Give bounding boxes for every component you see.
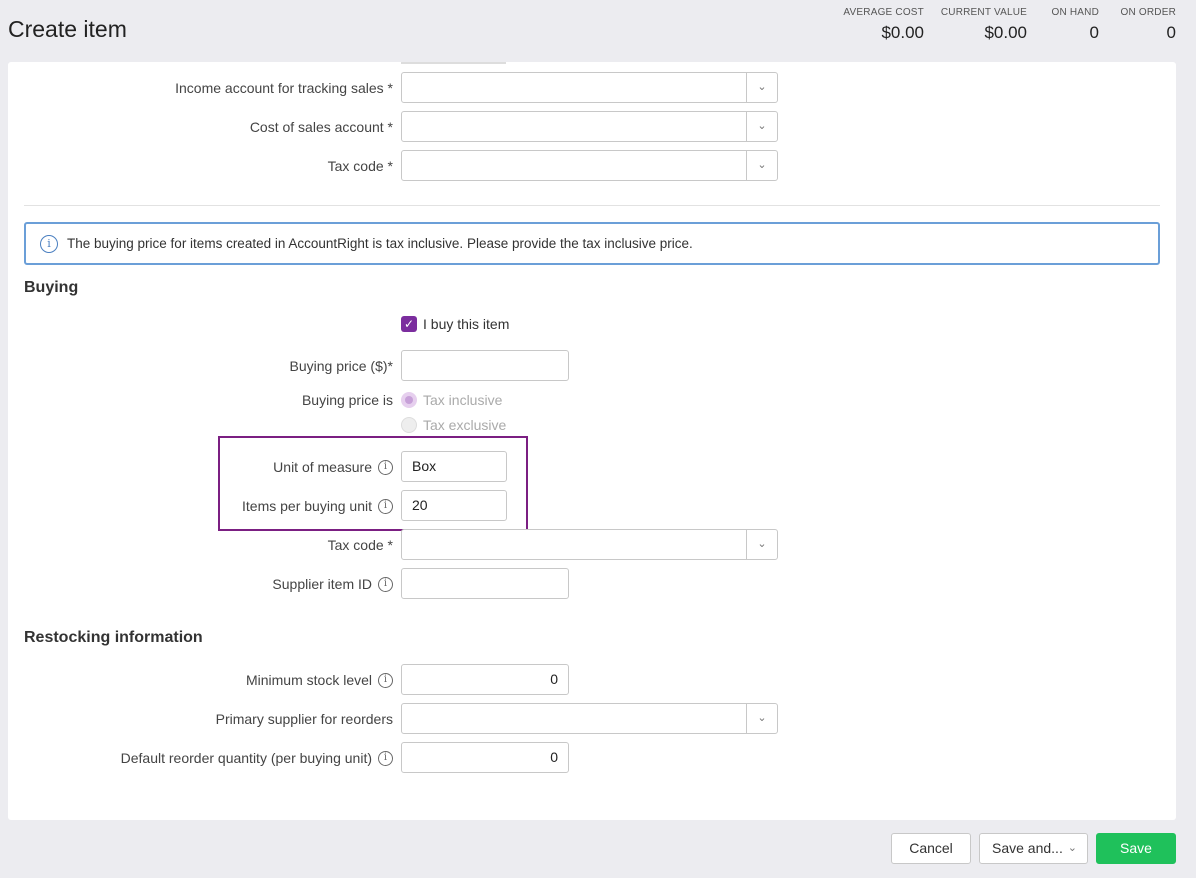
button-label: Save and... bbox=[992, 840, 1063, 856]
tax-inclusive-radio[interactable]: Tax inclusive bbox=[401, 392, 502, 408]
stat-current-value: CURRENT VALUE $0.00 bbox=[941, 7, 1027, 43]
radio-unselected-icon bbox=[401, 417, 417, 433]
info-icon[interactable]: i bbox=[378, 750, 393, 766]
buying-price-label: Buying price ($)* bbox=[289, 358, 394, 374]
unit-of-measure-label: Unit of measure i bbox=[273, 459, 393, 475]
buying-tax-code-select[interactable]: ⌄ bbox=[401, 529, 778, 560]
radio-label: Tax inclusive bbox=[423, 392, 503, 408]
checkbox-label: I buy this item bbox=[423, 316, 510, 332]
buying-price-input[interactable] bbox=[401, 350, 569, 381]
page-title: Create item bbox=[8, 16, 127, 42]
chevron-down-icon: ⌄ bbox=[746, 73, 777, 102]
stat-on-order: ON ORDER 0 bbox=[1121, 7, 1177, 43]
buying-heading: Buying bbox=[24, 279, 79, 296]
divider bbox=[24, 205, 1160, 206]
stat-average-cost: AVERAGE COST $0.00 bbox=[843, 7, 924, 43]
supplier-item-id-label: Supplier item ID i bbox=[272, 576, 393, 592]
buying-price-is-label: Buying price is bbox=[301, 392, 393, 408]
cost-of-sales-label: Cost of sales account * bbox=[249, 119, 393, 135]
label-text: Unit of measure bbox=[273, 459, 372, 475]
chevron-down-icon: ⌄ bbox=[746, 112, 777, 141]
chevron-down-icon: ⌄ bbox=[746, 530, 777, 559]
min-stock-input[interactable]: 0 bbox=[401, 664, 569, 695]
unit-of-measure-input[interactable]: Box bbox=[401, 451, 507, 482]
label-text: Minimum stock level bbox=[245, 672, 372, 688]
chevron-down-icon: ⌄ bbox=[746, 704, 777, 733]
income-account-select[interactable]: ⌄ bbox=[401, 72, 778, 103]
chevron-down-icon: ⌄ bbox=[746, 151, 777, 180]
stat-value: $0.00 bbox=[984, 23, 1027, 42]
tax-notice: i The buying price for items created in … bbox=[24, 222, 1160, 265]
min-stock-label: Minimum stock level i bbox=[246, 672, 393, 688]
save-button[interactable]: Save bbox=[1096, 833, 1176, 864]
save-and-button[interactable]: Save and... ⌄ bbox=[979, 833, 1088, 864]
info-icon[interactable]: i bbox=[378, 672, 393, 688]
supplier-item-id-input[interactable] bbox=[401, 568, 569, 599]
stat-label: ON ORDER bbox=[1120, 7, 1176, 18]
label-text: Supplier item ID bbox=[272, 576, 372, 592]
info-icon[interactable]: i bbox=[378, 459, 393, 475]
checkbox-checked-icon: ✓ bbox=[401, 316, 417, 332]
info-icon: i bbox=[40, 234, 58, 253]
selling-tax-code-select[interactable]: ⌄ bbox=[401, 150, 778, 181]
cost-of-sales-select[interactable]: ⌄ bbox=[401, 111, 778, 142]
selling-tax-code-label: Tax code * bbox=[327, 158, 393, 174]
stat-value: 0 bbox=[1166, 23, 1176, 42]
scrolled-field-edge bbox=[401, 62, 506, 64]
stat-on-hand: ON HAND 0 bbox=[1051, 7, 1099, 43]
buy-item-checkbox[interactable]: ✓ I buy this item bbox=[401, 316, 509, 332]
stat-label: AVERAGE COST bbox=[843, 7, 924, 18]
reorder-qty-label: Default reorder quantity (per buying uni… bbox=[121, 750, 393, 766]
stat-label: CURRENT VALUE bbox=[940, 7, 1027, 18]
stat-label: ON HAND bbox=[1051, 7, 1099, 18]
buying-tax-code-label: Tax code * bbox=[327, 537, 393, 553]
radio-label: Tax exclusive bbox=[423, 417, 507, 433]
label-text: Items per buying unit bbox=[242, 498, 372, 514]
restocking-heading: Restocking information bbox=[24, 629, 203, 646]
cancel-button[interactable]: Cancel bbox=[891, 833, 971, 864]
info-icon[interactable]: i bbox=[378, 498, 393, 514]
radio-selected-icon bbox=[401, 392, 417, 408]
reorder-qty-input[interactable]: 0 bbox=[401, 742, 569, 773]
chevron-down-icon: ⌄ bbox=[1067, 842, 1077, 854]
stat-value: $0.00 bbox=[881, 23, 924, 42]
primary-supplier-select[interactable]: ⌄ bbox=[401, 703, 778, 734]
info-icon[interactable]: i bbox=[378, 576, 393, 592]
tax-exclusive-radio[interactable]: Tax exclusive bbox=[401, 417, 506, 433]
notice-text: The buying price for items created in Ac… bbox=[67, 236, 693, 251]
stat-value: 0 bbox=[1089, 23, 1099, 42]
income-account-label: Income account for tracking sales * bbox=[175, 80, 393, 96]
items-per-unit-label: Items per buying unit i bbox=[242, 498, 393, 514]
primary-supplier-label: Primary supplier for reorders bbox=[215, 711, 393, 727]
label-text: Default reorder quantity (per buying uni… bbox=[120, 750, 372, 766]
items-per-unit-input[interactable]: 20 bbox=[401, 490, 507, 521]
